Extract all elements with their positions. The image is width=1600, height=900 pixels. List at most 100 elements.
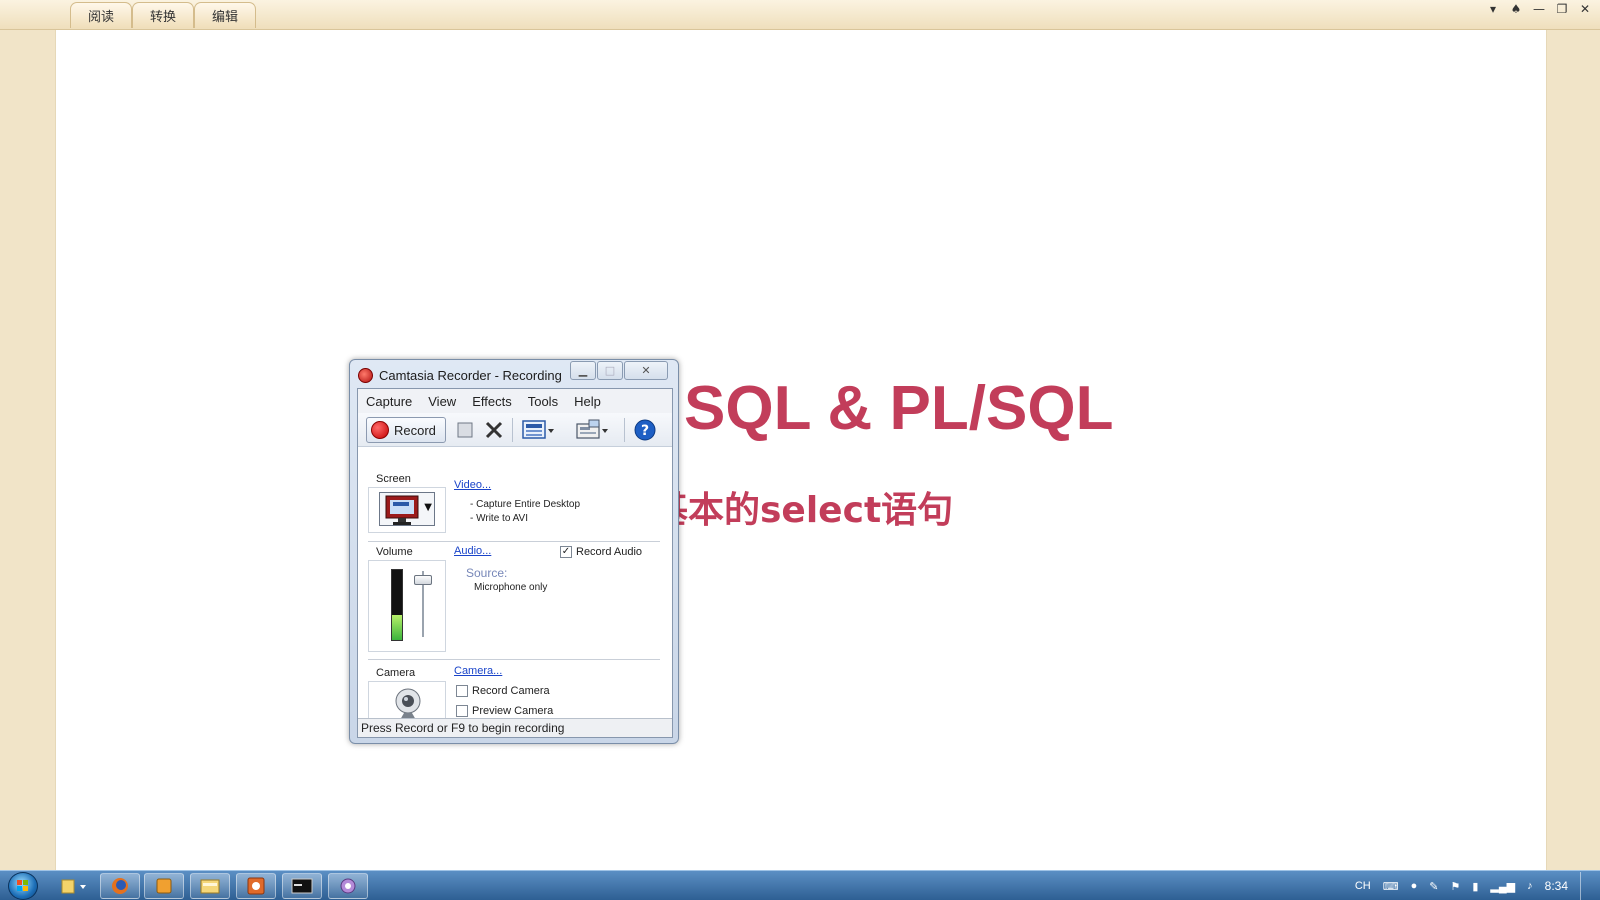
taskbar-powerpoint[interactable] — [236, 873, 276, 899]
action-center-flag-icon[interactable]: ⚑ — [1450, 880, 1460, 893]
record-audio-label: Record Audio — [576, 546, 643, 558]
help-icon: ? — [634, 419, 656, 441]
windows-logo-icon — [17, 880, 28, 891]
recorder-body: Capture View Effects Tools Help Record ?… — [357, 388, 673, 738]
restore-icon[interactable]: ❐ — [1555, 2, 1569, 16]
minimize-icon[interactable]: — — [1532, 2, 1546, 16]
tab-edit[interactable]: 编辑 — [194, 2, 256, 28]
status-bar: Press Record or F9 to begin recording — [358, 718, 672, 737]
menu-bar: Capture View Effects Tools Help — [358, 389, 672, 413]
slide-subtitle: 基本的select语句 — [652, 490, 954, 531]
quick-launch-folder[interactable] — [56, 873, 92, 899]
system-tray: CH ⌨ ● ✎ ⚑ ▮ ▂▄▆ ♪ 8:34 — [1355, 871, 1590, 900]
audio-source-value: Microphone only — [474, 582, 548, 593]
screen-region-icon — [522, 420, 554, 439]
audio-settings-link[interactable]: Audio... — [454, 545, 491, 557]
camtasia-logo-icon — [358, 367, 373, 383]
menu-view[interactable]: View — [420, 394, 464, 409]
record-audio-checkbox[interactable]: ✓ Record Audio — [560, 546, 642, 558]
capture-mode-text: - Capture Entire Desktop — [470, 499, 581, 510]
security-shield-icon[interactable]: ● — [1411, 880, 1418, 892]
delete-x-icon — [485, 421, 503, 439]
keyboard-icon[interactable]: ⌨ — [1383, 880, 1399, 893]
camera-settings-link[interactable]: Camera... — [454, 665, 502, 677]
volume-slider-thumb[interactable] — [414, 575, 432, 585]
start-button[interactable] — [8, 872, 38, 900]
folder-icon — [61, 879, 86, 894]
taskbar: CH ⌨ ● ✎ ⚑ ▮ ▂▄▆ ♪ 8:34 — [0, 870, 1600, 900]
monitor-icon — [385, 495, 419, 525]
menu-capture[interactable]: Capture — [358, 394, 420, 409]
record-camera-label: Record Camera — [472, 685, 550, 697]
svg-text:?: ? — [641, 423, 649, 439]
menu-help[interactable]: Help — [566, 394, 609, 409]
window-title: Camtasia Recorder - Recording — [379, 367, 562, 383]
dropdown-icon[interactable]: ▾ — [1486, 2, 1500, 16]
checkbox-unchecked-icon — [456, 705, 468, 717]
record-icon — [371, 421, 389, 439]
tool-tray-icon[interactable]: ✎ — [1429, 880, 1438, 893]
network-signal-icon[interactable]: ▂▄▆ — [1490, 880, 1515, 893]
volume-meter-level — [392, 615, 402, 640]
menu-tools[interactable]: Tools — [520, 394, 566, 409]
stop-button[interactable] — [454, 419, 476, 441]
status-text: Press Record or F9 to begin recording — [361, 721, 565, 735]
record-label: Record — [394, 422, 436, 438]
output-file-icon — [576, 419, 608, 439]
taskbar-cmd[interactable] — [282, 873, 322, 899]
screen-label: Screen — [376, 473, 411, 485]
command-prompt-icon — [291, 878, 313, 894]
help-button[interactable]: ? — [632, 419, 658, 441]
recorder-toolbar: Record ? — [358, 413, 672, 447]
section-divider — [368, 659, 660, 660]
explorer-icon — [200, 879, 220, 894]
maximize-icon: □ — [604, 364, 616, 377]
volume-meter — [391, 569, 403, 641]
chevron-down-icon: ▼ — [424, 502, 432, 513]
delete-button[interactable] — [482, 419, 506, 441]
maximize-button[interactable]: □ — [597, 361, 623, 380]
volume-label: Volume — [376, 546, 413, 558]
speaker-volume-icon[interactable]: ♪ — [1527, 880, 1533, 892]
firefox-icon — [112, 878, 128, 894]
tab-read[interactable]: 阅读 — [70, 2, 132, 28]
taskbar-firefox[interactable] — [100, 873, 140, 899]
section-divider — [368, 541, 660, 542]
stop-icon — [457, 422, 473, 438]
screen-select-button[interactable] — [518, 419, 558, 441]
checkbox-unchecked-icon — [456, 685, 468, 697]
taskbar-reader-app[interactable] — [144, 873, 184, 899]
screen-preview-box: ▼ — [368, 487, 446, 533]
screen-info: - Capture Entire Desktop - Write to AVI — [470, 498, 580, 526]
video-settings-link[interactable]: Video... — [454, 479, 491, 491]
close-icon[interactable]: ✕ — [1578, 2, 1592, 16]
taskbar-camtasia[interactable] — [328, 873, 368, 899]
camtasia-icon — [340, 878, 356, 894]
minimize-button[interactable]: ▁ — [570, 361, 596, 380]
power-plug-icon[interactable]: ▮ — [1472, 880, 1478, 893]
skin-icon[interactable]: ♠ — [1509, 2, 1523, 16]
slide-title: SQL & PL/SQL — [684, 374, 1114, 443]
minimize-icon: ▁ — [578, 364, 588, 377]
source-label: Source: — [466, 566, 508, 580]
camera-label: Camera — [376, 667, 416, 679]
taskbar-explorer[interactable] — [190, 873, 230, 899]
input-language-indicator[interactable]: CH — [1355, 880, 1371, 892]
volume-box — [368, 560, 446, 652]
output-mode-text: - Write to AVI — [470, 513, 528, 524]
tab-convert[interactable]: 转换 — [132, 2, 194, 28]
reader-window-controls: ▾ ♠ — ❐ ✕ — [1486, 2, 1592, 16]
toolbar-separator — [624, 418, 625, 442]
record-button[interactable]: Record — [366, 417, 446, 443]
screen-mode-dropdown[interactable]: ▼ — [379, 492, 435, 526]
close-button[interactable]: ✕ — [624, 361, 668, 380]
clock[interactable]: 8:34 — [1545, 879, 1568, 893]
menu-effects[interactable]: Effects — [464, 394, 520, 409]
show-desktop-button[interactable] — [1580, 872, 1590, 900]
powerpoint-icon — [247, 877, 265, 895]
preview-camera-checkbox[interactable]: Preview Camera — [456, 705, 553, 717]
camtasia-recorder-window: Camtasia Recorder - Recording ▁ □ ✕ Capt… — [349, 359, 679, 744]
output-select-button[interactable] — [572, 419, 612, 441]
record-camera-checkbox[interactable]: Record Camera — [456, 685, 550, 697]
reader-app-icon — [156, 878, 172, 894]
